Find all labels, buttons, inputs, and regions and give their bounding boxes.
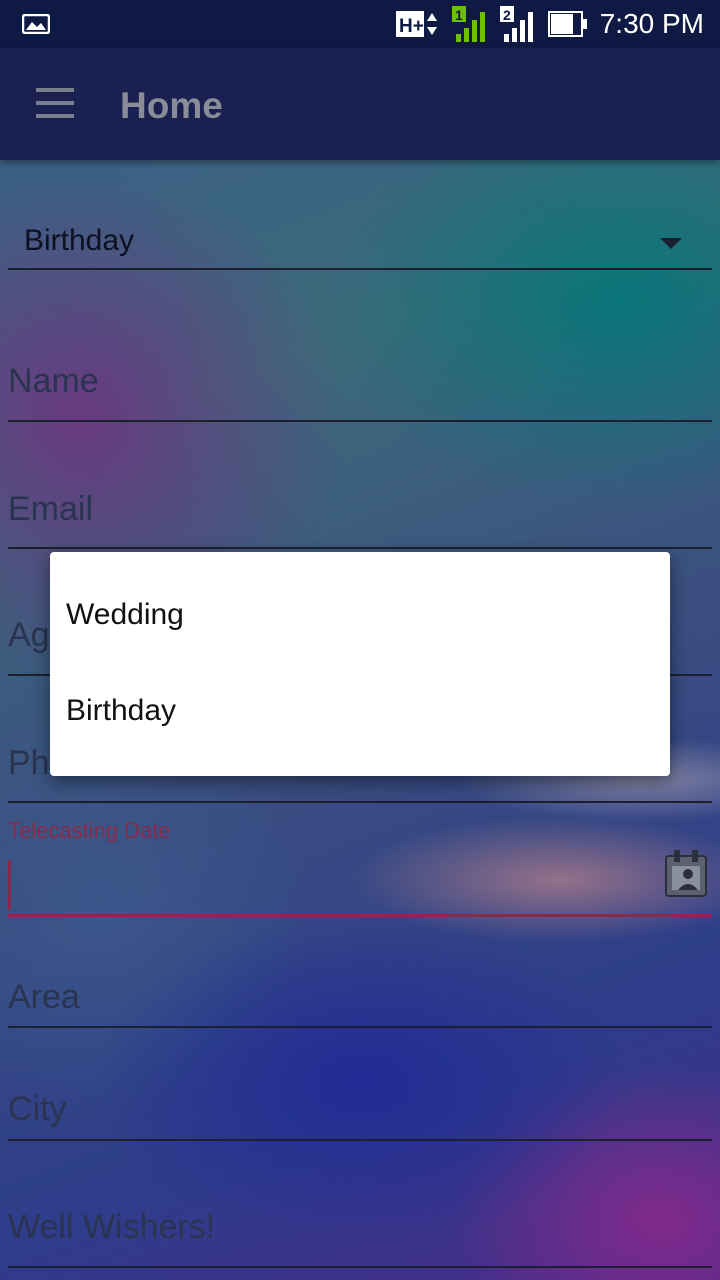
- event-type-spinner[interactable]: Birthday: [8, 214, 712, 270]
- dropdown-option-birthday[interactable]: Birthday: [66, 694, 176, 728]
- well-wishers-placeholder: Well Wishers!: [8, 1208, 216, 1246]
- text-cursor: [8, 860, 11, 910]
- email-placeholder: Email: [8, 490, 94, 528]
- hamburger-menu-icon[interactable]: [36, 88, 76, 122]
- app-bar: [0, 48, 720, 160]
- event-type-value: Birthday: [24, 224, 135, 257]
- page-title: Home: [120, 85, 223, 126]
- telecasting-date-label: Telecasting Date: [8, 818, 171, 843]
- status-time: 7:30 PM: [599, 8, 704, 39]
- image-notification-icon: [22, 14, 50, 34]
- dropdown-arrow-icon: [660, 238, 682, 249]
- signal-sim2-icon: 2: [499, 6, 533, 42]
- network-arrows-icon: H+: [395, 11, 437, 37]
- well-wishers-field[interactable]: Well Wishers!: [8, 1190, 712, 1268]
- city-field[interactable]: City: [8, 1074, 712, 1141]
- dropdown-option-wedding[interactable]: Wedding: [66, 598, 184, 632]
- city-placeholder: City: [8, 1090, 67, 1128]
- sim1-label: 1: [455, 7, 463, 23]
- network-type-label: H+: [399, 16, 424, 37]
- event-type-dropdown-popup: Wedding Birthday: [50, 552, 670, 776]
- name-placeholder: Name: [8, 362, 99, 400]
- telecasting-date-field[interactable]: [8, 858, 712, 917]
- battery-icon: [547, 11, 587, 37]
- signal-sim1-icon: 1: [451, 6, 485, 42]
- status-bar: H+ 1 2 7:30 PM: [0, 0, 720, 48]
- area-field[interactable]: Area: [8, 960, 712, 1028]
- area-placeholder: Area: [8, 978, 80, 1016]
- sim2-label: 2: [503, 7, 511, 23]
- email-field[interactable]: Email: [8, 470, 712, 549]
- calendar-icon[interactable]: [664, 850, 708, 898]
- name-field[interactable]: Name: [8, 340, 712, 422]
